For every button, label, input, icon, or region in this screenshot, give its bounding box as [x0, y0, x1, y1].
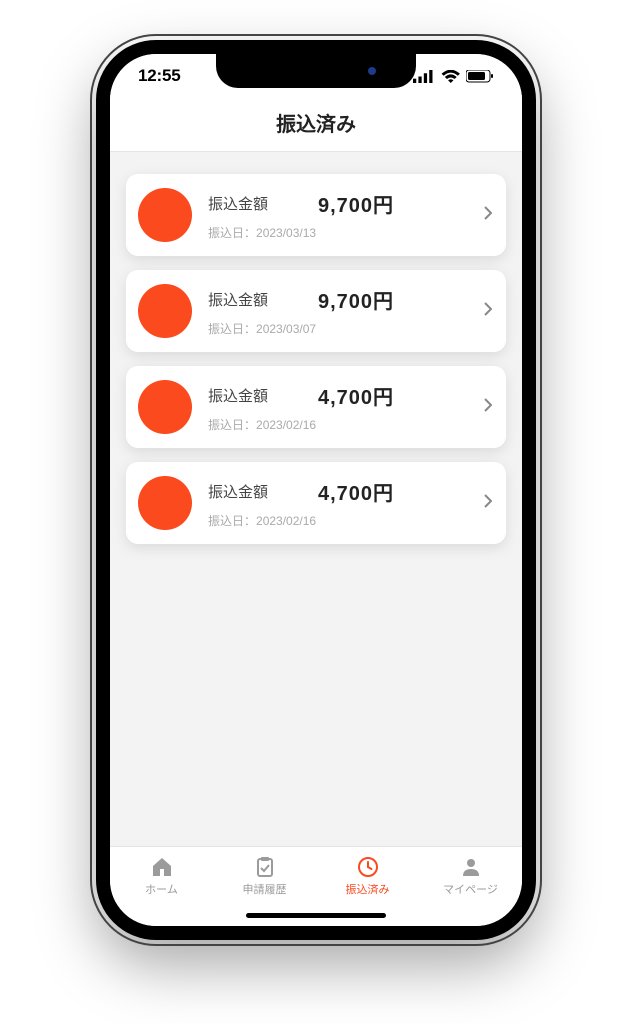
tab-done[interactable]: 振込済み: [316, 855, 419, 897]
transfer-card[interactable]: 振込金額 4,700円 振込日：2023/02/16: [126, 462, 506, 544]
transfer-list: 振込金額 9,700円 振込日：2023/03/13 振込金額 9,700円 振…: [110, 152, 522, 846]
phone-frame: 12:55 振込済み 振込金額 9,700円 振込日：2023/03/13: [96, 40, 536, 940]
chevron-right-icon: [484, 398, 492, 417]
card-body: 振込金額 9,700円 振込日：2023/03/13: [208, 189, 478, 241]
card-body: 振込金額 4,700円 振込日：2023/02/16: [208, 477, 478, 529]
clipboard-icon: [253, 855, 277, 879]
page-header: 振込済み: [110, 98, 522, 152]
status-right: [413, 70, 494, 83]
transfer-card[interactable]: 振込金額 4,700円 振込日：2023/02/16: [126, 366, 506, 448]
transfer-date: 振込日：2023/02/16: [208, 416, 478, 433]
home-icon: [150, 855, 174, 879]
page-title: 振込済み: [110, 108, 522, 137]
screen: 12:55 振込済み 振込金額 9,700円 振込日：2023/03/13: [110, 54, 522, 926]
status-time: 12:55: [138, 66, 180, 86]
chevron-right-icon: [484, 494, 492, 513]
clock-icon: [356, 855, 380, 879]
notch: [216, 54, 416, 88]
amount-value: 4,700円: [318, 477, 394, 506]
tab-label: ホーム: [145, 881, 178, 897]
card-top: 振込金額 9,700円: [208, 189, 478, 218]
amount-value: 4,700円: [318, 381, 394, 410]
person-icon: [459, 855, 483, 879]
card-top: 振込金額 4,700円: [208, 477, 478, 506]
avatar-circle-icon: [138, 476, 192, 530]
avatar-circle-icon: [138, 380, 192, 434]
amount-label: 振込金額: [208, 385, 318, 406]
card-body: 振込金額 4,700円 振込日：2023/02/16: [208, 381, 478, 433]
avatar-circle-icon: [138, 284, 192, 338]
notch-camera-dot: [368, 67, 376, 75]
battery-icon: [466, 70, 494, 83]
tab-label: マイページ: [443, 881, 498, 897]
card-body: 振込金額 9,700円 振込日：2023/03/07: [208, 285, 478, 337]
transfer-card[interactable]: 振込金額 9,700円 振込日：2023/03/07: [126, 270, 506, 352]
tab-label: 申請履歴: [243, 881, 287, 897]
transfer-date: 振込日：2023/02/16: [208, 512, 478, 529]
tab-mypage[interactable]: マイページ: [419, 855, 522, 897]
transfer-card[interactable]: 振込金額 9,700円 振込日：2023/03/13: [126, 174, 506, 256]
card-top: 振込金額 4,700円: [208, 381, 478, 410]
chevron-right-icon: [484, 206, 492, 225]
chevron-right-icon: [484, 302, 492, 321]
transfer-date: 振込日：2023/03/07: [208, 320, 478, 337]
amount-value: 9,700円: [318, 189, 394, 218]
wifi-icon: [441, 70, 461, 83]
home-indicator[interactable]: [246, 913, 386, 918]
card-top: 振込金額 9,700円: [208, 285, 478, 314]
transfer-date: 振込日：2023/03/13: [208, 224, 478, 241]
tab-history[interactable]: 申請履歴: [213, 855, 316, 897]
tab-home[interactable]: ホーム: [110, 855, 213, 897]
avatar-circle-icon: [138, 188, 192, 242]
amount-label: 振込金額: [208, 289, 318, 310]
tab-label: 振込済み: [346, 881, 390, 897]
amount-label: 振込金額: [208, 193, 318, 214]
amount-label: 振込金額: [208, 481, 318, 502]
amount-value: 9,700円: [318, 285, 394, 314]
cellular-icon: [413, 70, 435, 83]
